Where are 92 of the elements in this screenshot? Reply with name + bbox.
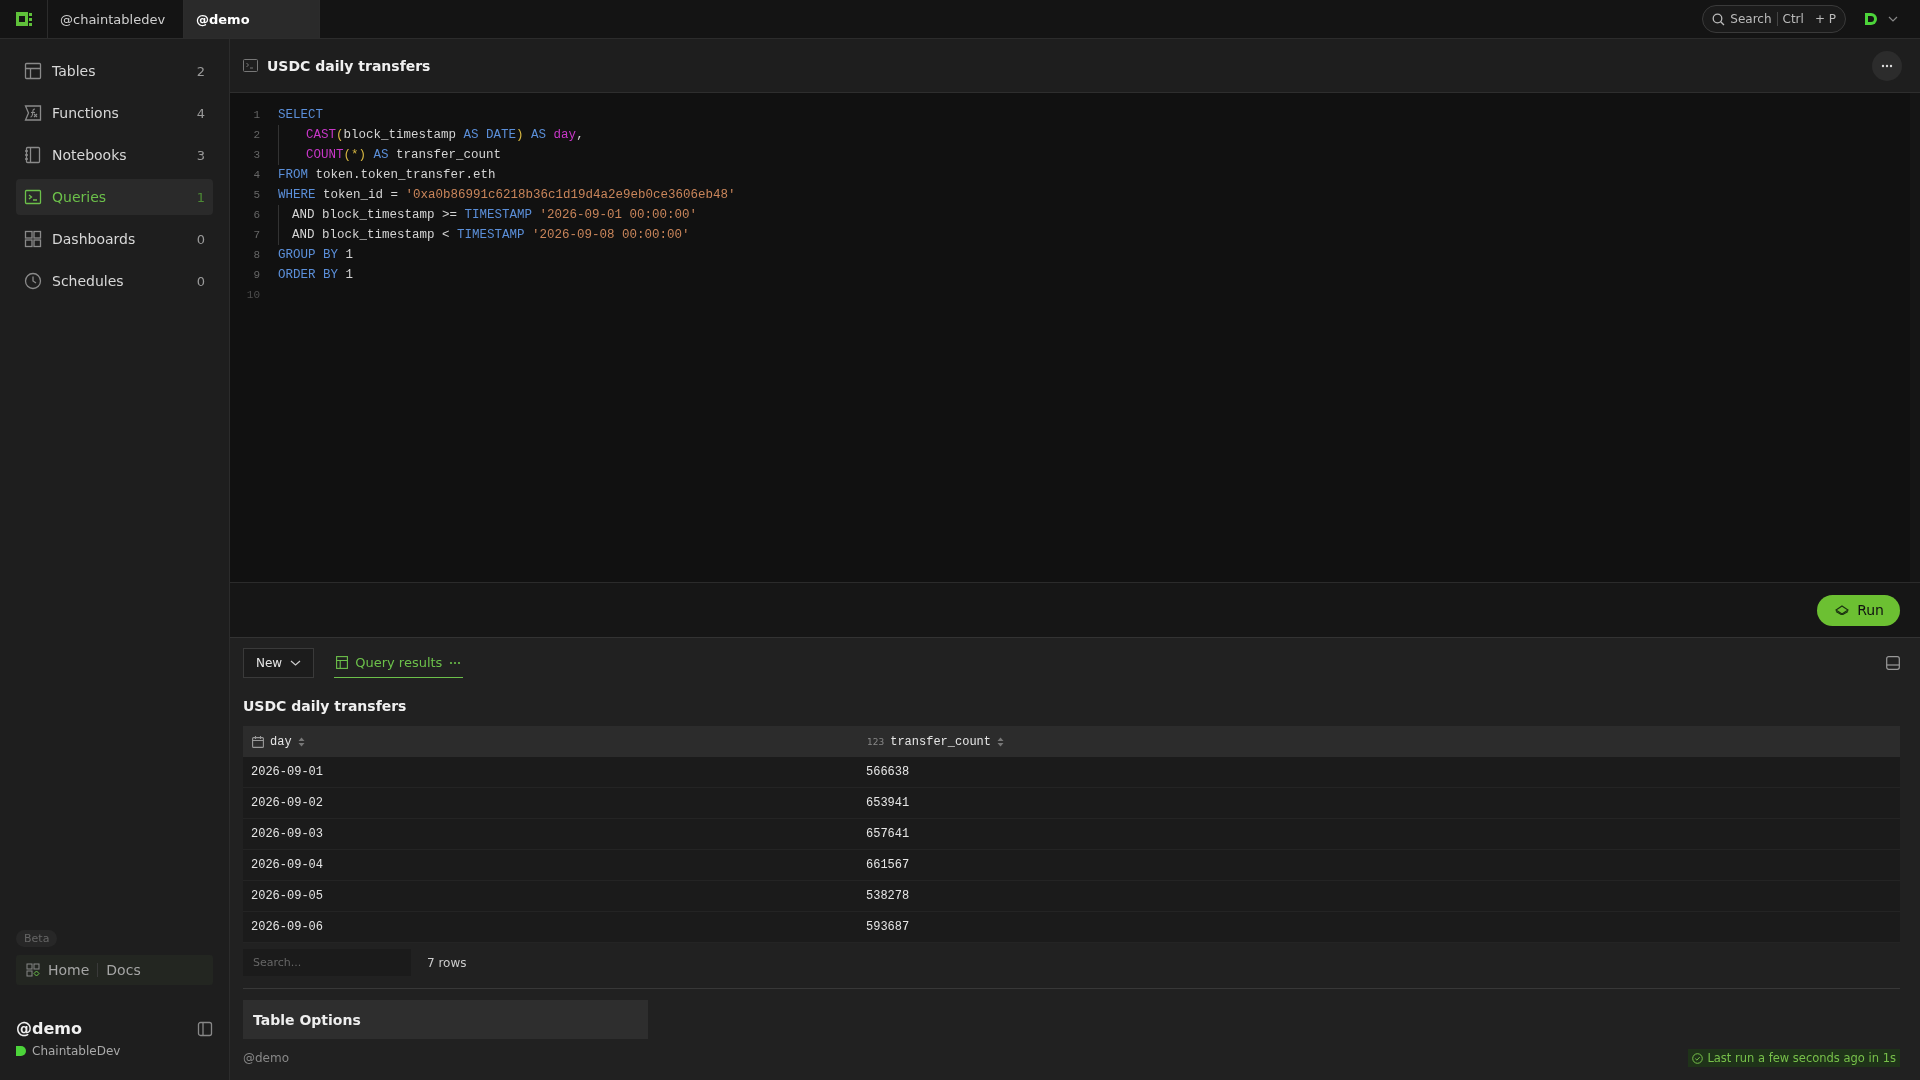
item-count: 3: [196, 147, 205, 163]
table-icon: [336, 656, 349, 669]
line-number: 7: [252, 229, 260, 241]
query-title: USDC daily transfers: [267, 57, 432, 74]
column-header[interactable]: 123 transfer_count: [858, 734, 1900, 749]
table-cell-text: 538278: [865, 889, 911, 903]
table-cell-text: 2026-09-01: [250, 765, 324, 779]
results-tab[interactable]: Query results: [334, 648, 464, 678]
item-count: 1: [196, 189, 205, 205]
shortcut-key: + P: [1814, 12, 1836, 26]
logo-icon: [14, 10, 33, 28]
code-line: GROUP BY 1: [278, 247, 354, 264]
line-number: 5: [252, 189, 260, 201]
table-cell-text: 653941: [865, 796, 911, 810]
search-field[interactable]: Search Ctrl + P: [1702, 5, 1846, 33]
function-icon: [24, 104, 42, 122]
table-cell-text: 2026-09-04: [250, 858, 324, 872]
chevron-down-icon: [290, 660, 302, 666]
sidebar-item[interactable]: Queries 1: [16, 179, 213, 215]
results-title: USDC daily transfers: [243, 698, 408, 714]
panel-toggle-icon[interactable]: [1886, 656, 1900, 670]
line-number: 2: [252, 129, 260, 141]
calendar-icon: [252, 735, 264, 748]
run-button[interactable]: Run: [1817, 594, 1900, 626]
item-count: 0: [196, 231, 205, 247]
table-cell-text: 593687: [865, 920, 911, 934]
line-number: 4: [252, 169, 260, 181]
item-count: 0: [196, 273, 205, 289]
sidebar-toggle-icon[interactable]: [197, 1020, 213, 1037]
item-count: 4: [196, 105, 205, 121]
search-label: Search: [1730, 12, 1772, 26]
line-number: 6: [252, 209, 260, 221]
shortcut-key: Ctrl: [1782, 12, 1804, 26]
code-line: CAST(block_timestamp AS DATE) AS day,: [278, 125, 584, 145]
more-icon: [1881, 63, 1893, 68]
search-icon: [1712, 12, 1726, 26]
code-line: COUNT(*) AS transfer_count: [278, 145, 502, 165]
terminal-icon: [243, 59, 258, 72]
code-line: ORDER BY 1: [278, 267, 354, 284]
column-name: day: [270, 734, 292, 749]
table-search-field[interactable]: Search...: [243, 949, 411, 976]
avatar-icon[interactable]: [1864, 12, 1878, 26]
terminal-icon: [24, 188, 42, 206]
line-number: 1: [252, 109, 260, 121]
sidebar-item[interactable]: Functions 4: [16, 95, 213, 131]
code-line: FROM token.token_transfer.eth: [278, 167, 496, 184]
more-icon: [449, 660, 462, 665]
owner-label: @demo: [243, 1051, 290, 1065]
workspace-tab[interactable]: @demo: [184, 0, 320, 38]
code-line: WHERE token_id = '0xa0b86991c6218b36c1d19d4a2e9eb0ce3606eb48': [278, 187, 736, 204]
line-number: 3: [252, 149, 260, 161]
item-count: 2: [196, 63, 205, 79]
nav-link[interactable]: Docs: [106, 962, 141, 978]
sort-icon: [297, 736, 305, 747]
row-count: 7 rows: [427, 955, 467, 970]
column-header[interactable]: day: [243, 734, 858, 749]
chevron-down-icon[interactable]: [1888, 16, 1898, 22]
code-line: SELECT: [278, 107, 323, 124]
apps-icon: [26, 963, 40, 977]
table-cell-text: 566638: [865, 765, 911, 779]
table-cell-text: 2026-09-06: [250, 920, 324, 934]
check-circle-icon: [1692, 1052, 1704, 1064]
nav-link[interactable]: Home: [48, 962, 90, 978]
table-cell-text: 661567: [865, 858, 911, 872]
type-label: 123: [867, 736, 885, 747]
sidebar-item[interactable]: Notebooks 3: [16, 137, 213, 173]
beta-badge: Beta: [16, 930, 58, 947]
sidebar-item[interactable]: Dashboards 0: [16, 221, 213, 257]
table-cell-text: 657641: [865, 827, 911, 841]
org-name: ChaintableDev: [32, 1044, 121, 1058]
line-number: 8: [252, 249, 260, 261]
sidebar-item[interactable]: Tables 2: [16, 53, 213, 89]
code-line: AND block_timestamp < TIMESTAMP '2026-09-08 00:00:00': [278, 225, 690, 245]
clock-icon: [24, 272, 42, 290]
grid-icon: [24, 230, 42, 248]
table-icon: [24, 62, 42, 80]
table-cell-text: 2026-09-03: [250, 827, 324, 841]
column-name: transfer_count: [890, 734, 991, 749]
sort-icon: [997, 736, 1004, 747]
line-number: 9: [252, 269, 260, 281]
sidebar-item[interactable]: Schedules 0: [16, 263, 213, 299]
code-line: AND block_timestamp >= TIMESTAMP '2026-09-01 00:00:00': [278, 205, 698, 225]
line-number: 10: [245, 289, 260, 301]
user-handle: @demo: [16, 1019, 82, 1038]
status-text: Last run a few seconds ago in 1s: [1707, 1051, 1896, 1065]
new-dropdown[interactable]: New: [243, 648, 315, 678]
table-cell-text: 2026-09-02: [250, 796, 324, 810]
notebook-icon: [24, 146, 42, 164]
org-avatar-icon: [16, 1046, 26, 1056]
table-cell-text: 2026-09-05: [250, 889, 324, 903]
table-options-header[interactable]: Table Options: [243, 1000, 648, 1039]
layers-icon: [1835, 605, 1850, 615]
